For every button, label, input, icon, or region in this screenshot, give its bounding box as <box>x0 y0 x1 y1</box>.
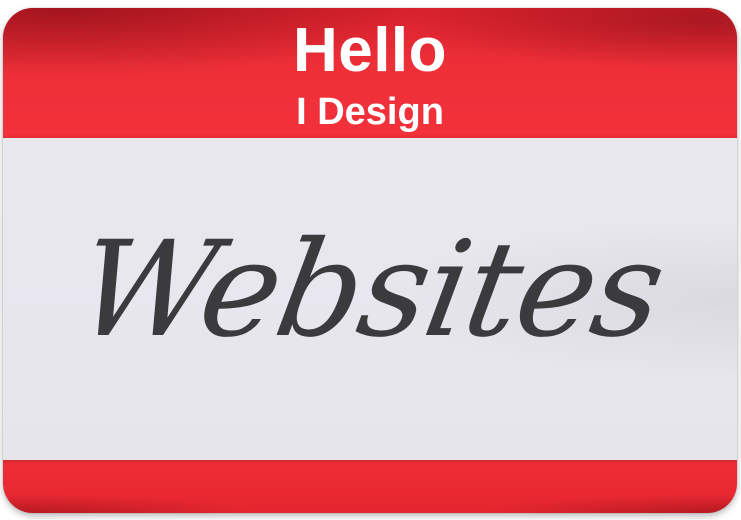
footer-band <box>3 460 737 513</box>
name-panel: Websites <box>3 138 737 460</box>
name-tag-illustration: Hello I Design Websites <box>0 0 741 520</box>
handwritten-name: Websites <box>66 213 674 367</box>
name-tag-sticker: Hello I Design Websites <box>3 8 737 513</box>
header-band: Hello I Design <box>3 8 737 138</box>
subtitle-text: I Design <box>296 91 444 133</box>
greeting-text: Hello <box>292 16 448 85</box>
